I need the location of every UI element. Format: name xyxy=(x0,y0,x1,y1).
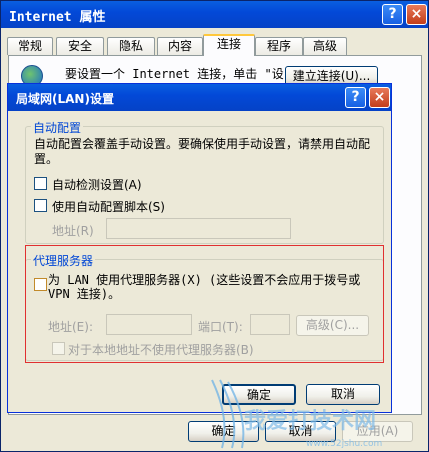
use-proxy-label[interactable]: 为 LAN 使用代理服务器(X) (这些设置不会应用于拨号或VPN 连接)。 xyxy=(48,273,363,301)
bypass-local-checkbox[interactable] xyxy=(52,342,65,355)
tab-programs[interactable]: 程序 xyxy=(255,37,303,55)
proxy-group-title: 代理服务器 xyxy=(31,252,96,269)
proxy-port-field[interactable] xyxy=(250,314,290,335)
proxy-address-label: 地址(E): xyxy=(48,320,93,334)
lan-dialog-title: 局域网(LAN)设置 xyxy=(16,92,114,106)
outer-help-button[interactable]: ? xyxy=(382,4,403,25)
proxy-address-field[interactable] xyxy=(106,314,192,335)
outer-title-bar[interactable]: Internet 属性 ? × xyxy=(1,1,428,28)
outer-window-title: Internet 属性 xyxy=(9,10,106,25)
auto-script-label[interactable]: 使用自动配置脚本(S) xyxy=(52,198,165,215)
lan-close-button[interactable]: × xyxy=(369,87,390,108)
auto-script-address-label: 地址(R) xyxy=(52,224,94,238)
outer-ok-button[interactable]: 确定 xyxy=(188,421,259,442)
auto-config-group-title: 自动配置 xyxy=(31,119,84,136)
lan-title-bar[interactable]: 局域网(LAN)设置 ? × xyxy=(8,84,391,111)
lan-cancel-button[interactable]: 取消 xyxy=(306,384,380,405)
bypass-local-label[interactable]: 对于本地地址不使用代理服务器(B) xyxy=(68,341,254,358)
tab-general[interactable]: 常规 xyxy=(7,37,53,55)
tab-advanced[interactable]: 高级 xyxy=(303,37,347,55)
lan-help-button[interactable]: ? xyxy=(345,87,366,108)
outer-cancel-button[interactable]: 取消 xyxy=(265,421,336,442)
tab-privacy[interactable]: 隐私 xyxy=(107,37,155,55)
connection-setup-text: 要设置一个 Internet 连接，单击 "设 xyxy=(65,67,284,81)
use-proxy-checkbox[interactable] xyxy=(34,278,47,291)
auto-config-description: 自动配置会覆盖手动设置。要确保使用手动设置，请禁用自动配置。 xyxy=(34,137,371,166)
outer-close-button[interactable]: × xyxy=(406,4,427,25)
tab-connections[interactable]: 连接 xyxy=(203,34,255,56)
outer-apply-button[interactable]: 应用(A) xyxy=(342,421,413,442)
auto-script-address-field[interactable] xyxy=(106,218,291,239)
proxy-advanced-button[interactable]: 高级(C)... xyxy=(296,315,369,336)
proxy-port-label: 端口(T): xyxy=(198,320,243,334)
tab-security[interactable]: 安全 xyxy=(56,37,104,55)
auto-detect-checkbox[interactable] xyxy=(34,177,47,190)
tab-content[interactable]: 内容 xyxy=(157,37,203,55)
auto-detect-label[interactable]: 自动检测设置(A) xyxy=(52,176,142,193)
lan-ok-button[interactable]: 确定 xyxy=(222,384,296,405)
auto-script-checkbox[interactable] xyxy=(34,199,47,212)
